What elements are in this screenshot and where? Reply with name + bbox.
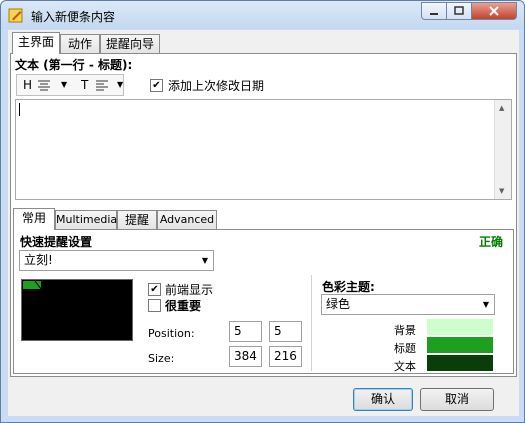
bg-color-label: 背景 <box>394 324 416 337</box>
scroll-down-icon[interactable]: ▼ <box>499 187 504 195</box>
cancel-button[interactable]: 取消 <box>420 388 494 411</box>
close-button[interactable] <box>471 2 517 20</box>
minimize-icon <box>430 13 438 15</box>
align-left-icon[interactable] <box>95 80 109 92</box>
main-panel: 文本 (第一行 - 标题): H ▼ T ▼ ✔ 添加上次修改日期 ▲ ▼ 常用… <box>10 53 517 377</box>
foreground-checkbox[interactable]: ✔ <box>148 283 161 296</box>
body-scrollbar[interactable]: ▲ ▼ <box>494 100 511 199</box>
chevron-down-icon: ▼ <box>482 300 489 309</box>
section-divider <box>311 275 312 371</box>
dialog-client: 主界面 动作 提醒向导 文本 (第一行 - 标题): H ▼ T ▼ ✔ 添加上… <box>8 30 519 416</box>
note-body-input[interactable]: ▲ ▼ <box>15 99 512 200</box>
title-bar[interactable]: 输入新便条内容 <box>1 1 524 29</box>
text-style-button[interactable]: T <box>81 78 88 92</box>
size-label: Size: <box>148 352 175 365</box>
text-color-swatch[interactable] <box>427 355 493 371</box>
heading-dropdown-icon[interactable]: ▼ <box>61 80 67 89</box>
tab-main[interactable]: 主界面 <box>12 32 60 54</box>
status-text: 正确 <box>478 235 503 249</box>
quick-reminder-select[interactable]: 立刻! ▼ <box>19 250 214 271</box>
important-label: 很重要 <box>165 299 202 313</box>
tab-common[interactable]: 常用 <box>13 208 55 230</box>
format-toolbar: H ▼ T ▼ <box>16 74 124 96</box>
ok-button[interactable]: 确认 <box>353 388 413 411</box>
tab-multimedia[interactable]: Multimedia <box>55 210 117 230</box>
scroll-up-icon[interactable]: ▲ <box>499 104 504 112</box>
bg-color-swatch[interactable] <box>427 319 493 335</box>
position-y-input[interactable]: 5 <box>269 321 302 342</box>
size-width-input[interactable]: 384 <box>229 346 262 367</box>
text-dropdown-icon[interactable]: ▼ <box>117 80 123 89</box>
tab-reminder-wizard[interactable]: 提醒向导 <box>100 34 160 54</box>
align-icon[interactable] <box>37 80 51 92</box>
maximize-icon <box>454 6 464 15</box>
foreground-label: 前端显示 <box>165 283 214 297</box>
tab-reminder[interactable]: 提醒 <box>117 210 157 230</box>
color-theme-value: 绿色 <box>326 297 351 311</box>
notepad-icon <box>8 8 23 23</box>
text-cursor <box>19 103 20 116</box>
color-theme-select[interactable]: 绿色 ▼ <box>321 294 495 315</box>
title-color-swatch[interactable] <box>427 337 493 353</box>
preview-corner-icon <box>23 280 42 290</box>
chevron-down-icon: ▼ <box>201 256 208 265</box>
text-section-label: 文本 (第一行 - 标题): <box>15 58 133 72</box>
position-x-input[interactable]: 5 <box>229 321 262 342</box>
text-color-label: 文本 <box>394 360 416 373</box>
common-panel: 快速提醒设置 正确 立刻! ▼ ✔ 前端显示 很重要 Position: 5 5… <box>13 229 514 374</box>
tab-action[interactable]: 动作 <box>60 34 100 54</box>
window-title: 输入新便条内容 <box>31 10 116 24</box>
dialog-window: 输入新便条内容 主界面 动作 提醒向导 文本 (第一行 - 标题): H ▼ T… <box>0 0 525 423</box>
heading-button[interactable]: H <box>23 78 32 92</box>
quick-reminder-label: 快速提醒设置 <box>20 235 93 249</box>
quick-reminder-value: 立刻! <box>24 253 53 267</box>
color-theme-label: 色彩主题: <box>322 280 375 294</box>
append-date-checkbox[interactable]: ✔ <box>150 79 163 92</box>
append-date-label: 添加上次修改日期 <box>168 79 265 93</box>
size-height-input[interactable]: 216 <box>269 346 302 367</box>
maximize-button[interactable] <box>446 2 472 20</box>
title-color-label: 标题 <box>394 342 416 355</box>
close-icon <box>489 6 499 16</box>
position-label: Position: <box>148 327 195 340</box>
tab-advanced[interactable]: Advanced <box>157 210 217 230</box>
minimize-button[interactable] <box>421 2 447 20</box>
note-preview <box>21 279 133 341</box>
important-checkbox[interactable] <box>148 299 161 312</box>
